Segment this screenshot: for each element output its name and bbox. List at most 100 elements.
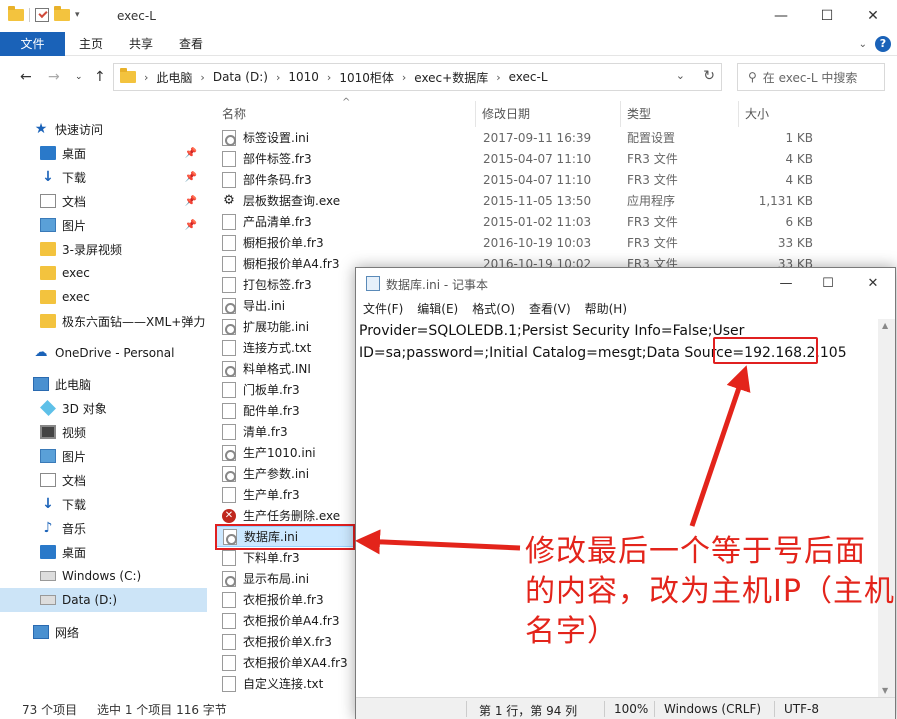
pin-icon[interactable]: 📌 <box>185 220 197 231</box>
toolbar-separator <box>29 8 30 22</box>
chevron-right-icon[interactable]: › <box>402 71 406 84</box>
breadcrumb-item[interactable]: 1010柜体 <box>339 69 394 86</box>
chevron-right-icon[interactable]: › <box>496 71 500 84</box>
file-name: 衣柜报价单.fr3 <box>243 593 324 607</box>
scroll-down-icon[interactable]: ▼ <box>882 686 888 695</box>
expand-ribbon-icon[interactable]: ⌄ <box>859 39 867 50</box>
file-row[interactable]: 部件标签.fr3 2015-04-07 11:10 FR3 文件 4 KB <box>215 148 815 169</box>
file-size: 6 KB <box>785 214 813 229</box>
breadcrumb-item[interactable]: 此电脑 <box>156 69 192 86</box>
file-icon <box>222 675 236 692</box>
sidebar-item-pictures[interactable]: 图片 📌 <box>0 213 207 237</box>
chevron-right-icon[interactable]: › <box>144 71 148 84</box>
file-size: 4 KB <box>785 151 813 166</box>
column-header-type[interactable]: 类型 <box>623 101 739 127</box>
sidebar-item-folder[interactable]: 极东六面钻——XML+弹力 <box>0 309 207 333</box>
tab-file[interactable]: 文件 <box>0 31 65 56</box>
sidebar-item-desktop[interactable]: 桌面 <box>0 540 207 564</box>
breadcrumb-item[interactable]: exec-L <box>509 70 548 84</box>
column-header-size[interactable]: 大小 <box>741 101 819 127</box>
ip-highlight-box <box>713 337 818 364</box>
recent-locations-icon[interactable]: ⌄ <box>75 72 83 82</box>
column-header-name[interactable]: 名称 <box>218 101 476 127</box>
file-size: 4 KB <box>785 172 813 187</box>
sidebar-item-videos[interactable]: 视频 <box>0 420 207 444</box>
file-name: 橱柜报价单A4.fr3 <box>243 257 340 271</box>
file-date: 2015-01-02 11:03 <box>483 214 592 229</box>
sidebar-item-downloads[interactable]: ↓ 下载 <box>0 492 207 516</box>
up-arrow-icon[interactable]: ↑ <box>94 69 106 85</box>
menu-help[interactable]: 帮助(H) <box>585 299 627 319</box>
menu-view[interactable]: 查看(V) <box>529 299 571 319</box>
pin-icon[interactable]: 📌 <box>185 172 197 183</box>
sidebar-item-drive-d[interactable]: Data (D:) <box>0 588 207 612</box>
close-button[interactable]: ✕ <box>853 268 893 299</box>
sidebar-item-drive-c[interactable]: Windows (C:) <box>0 564 207 588</box>
menu-format[interactable]: 格式(O) <box>472 299 515 319</box>
picture-icon <box>40 449 56 463</box>
sidebar-item-3d-objects[interactable]: 3D 对象 <box>0 396 207 420</box>
sidebar-item-music[interactable]: ♪ 音乐 <box>0 516 207 540</box>
menu-edit[interactable]: 编辑(E) <box>417 299 458 319</box>
forward-arrow-icon[interactable]: → <box>48 69 60 85</box>
file-row[interactable]: ⚙ 层板数据查询.exe 2015-11-05 13:50 应用程序 1,131 KB <box>215 190 815 211</box>
config-file-icon <box>222 297 236 314</box>
video-icon <box>40 425 56 439</box>
selection-info: 选中 1 个项目 116 字节 <box>97 703 227 717</box>
chevron-right-icon[interactable]: › <box>200 71 204 84</box>
pin-icon[interactable]: 📌 <box>185 148 197 159</box>
tab-share[interactable]: 共享 <box>116 32 166 56</box>
minimize-button[interactable]: — <box>758 0 804 32</box>
maximize-button[interactable]: ☐ <box>804 0 850 32</box>
sidebar-item-this-pc[interactable]: 此电脑 <box>0 372 207 396</box>
sidebar-item-quick-access[interactable]: ★ 快速访问 <box>0 117 207 141</box>
sidebar-item-documents[interactable]: 文档 <box>0 468 207 492</box>
scroll-up-icon[interactable]: ▲ <box>882 321 888 330</box>
file-row[interactable]: 产品清单.fr3 2015-01-02 11:03 FR3 文件 6 KB <box>215 211 815 232</box>
sidebar-item-downloads[interactable]: ↓ 下载 📌 <box>0 165 207 189</box>
properties-icon[interactable] <box>35 8 49 22</box>
new-folder-icon[interactable] <box>54 6 70 21</box>
customize-toolbar-icon[interactable]: ▾ <box>75 10 80 20</box>
sidebar-item-label: 文档 <box>62 473 87 488</box>
tab-view[interactable]: 查看 <box>166 32 216 56</box>
help-icon[interactable]: ? <box>875 36 891 52</box>
sidebar-item-label: 下载 <box>62 497 87 512</box>
file-icon <box>222 591 236 608</box>
file-icon <box>222 654 236 671</box>
sidebar-item-network[interactable]: 网络 <box>0 620 207 644</box>
search-box[interactable]: ⚲ 在 exec-L 中搜索 <box>737 63 885 91</box>
breadcrumb-item[interactable]: 1010 <box>288 70 319 84</box>
explorer-titlebar: ▾ exec-L — ☐ ✕ <box>0 0 897 32</box>
address-bar[interactable]: › 此电脑 › Data (D:) › 1010 › 1010柜体 › exec… <box>113 63 722 91</box>
sidebar-item-folder[interactable]: exec <box>0 261 207 285</box>
file-row[interactable]: 橱柜报价单.fr3 2016-10-19 10:03 FR3 文件 33 KB <box>215 232 815 253</box>
sidebar-item-label: OneDrive - Personal <box>55 346 175 360</box>
sidebar-item-documents[interactable]: 文档 📌 <box>0 189 207 213</box>
breadcrumb-item[interactable]: exec+数据库 <box>414 69 488 86</box>
close-button[interactable]: ✕ <box>850 0 896 32</box>
file-row[interactable]: 部件条码.fr3 2015-04-07 11:10 FR3 文件 4 KB <box>215 169 815 190</box>
sidebar-item-onedrive[interactable]: ☁ OneDrive - Personal <box>0 341 207 365</box>
chevron-right-icon[interactable]: › <box>327 71 331 84</box>
maximize-button[interactable]: ☐ <box>808 268 848 299</box>
sidebar-item-folder[interactable]: 3-录屏视频 <box>0 237 207 261</box>
folder-icon <box>8 6 24 21</box>
refresh-icon[interactable]: ↻ <box>703 68 715 84</box>
chevron-right-icon[interactable]: › <box>276 71 280 84</box>
chevron-down-icon[interactable]: ⌄ <box>676 69 685 82</box>
menu-file[interactable]: 文件(F) <box>363 299 403 319</box>
sidebar-item-folder[interactable]: exec <box>0 285 207 309</box>
pin-icon[interactable]: 📌 <box>185 196 197 207</box>
minimize-button[interactable]: — <box>766 268 806 299</box>
back-arrow-icon[interactable]: ← <box>20 69 32 85</box>
file-icon <box>222 381 236 398</box>
file-name: 扩展功能.ini <box>243 320 310 334</box>
sidebar-item-pictures[interactable]: 图片 <box>0 444 207 468</box>
file-icon <box>222 171 236 188</box>
breadcrumb-item[interactable]: Data (D:) <box>213 70 268 84</box>
column-header-date[interactable]: 修改日期 <box>478 101 621 127</box>
tab-home[interactable]: 主页 <box>65 32 116 56</box>
sidebar-item-desktop[interactable]: 桌面 📌 <box>0 141 207 165</box>
file-row[interactable]: 标签设置.ini 2017-09-11 16:39 配置设置 1 KB <box>215 127 815 148</box>
